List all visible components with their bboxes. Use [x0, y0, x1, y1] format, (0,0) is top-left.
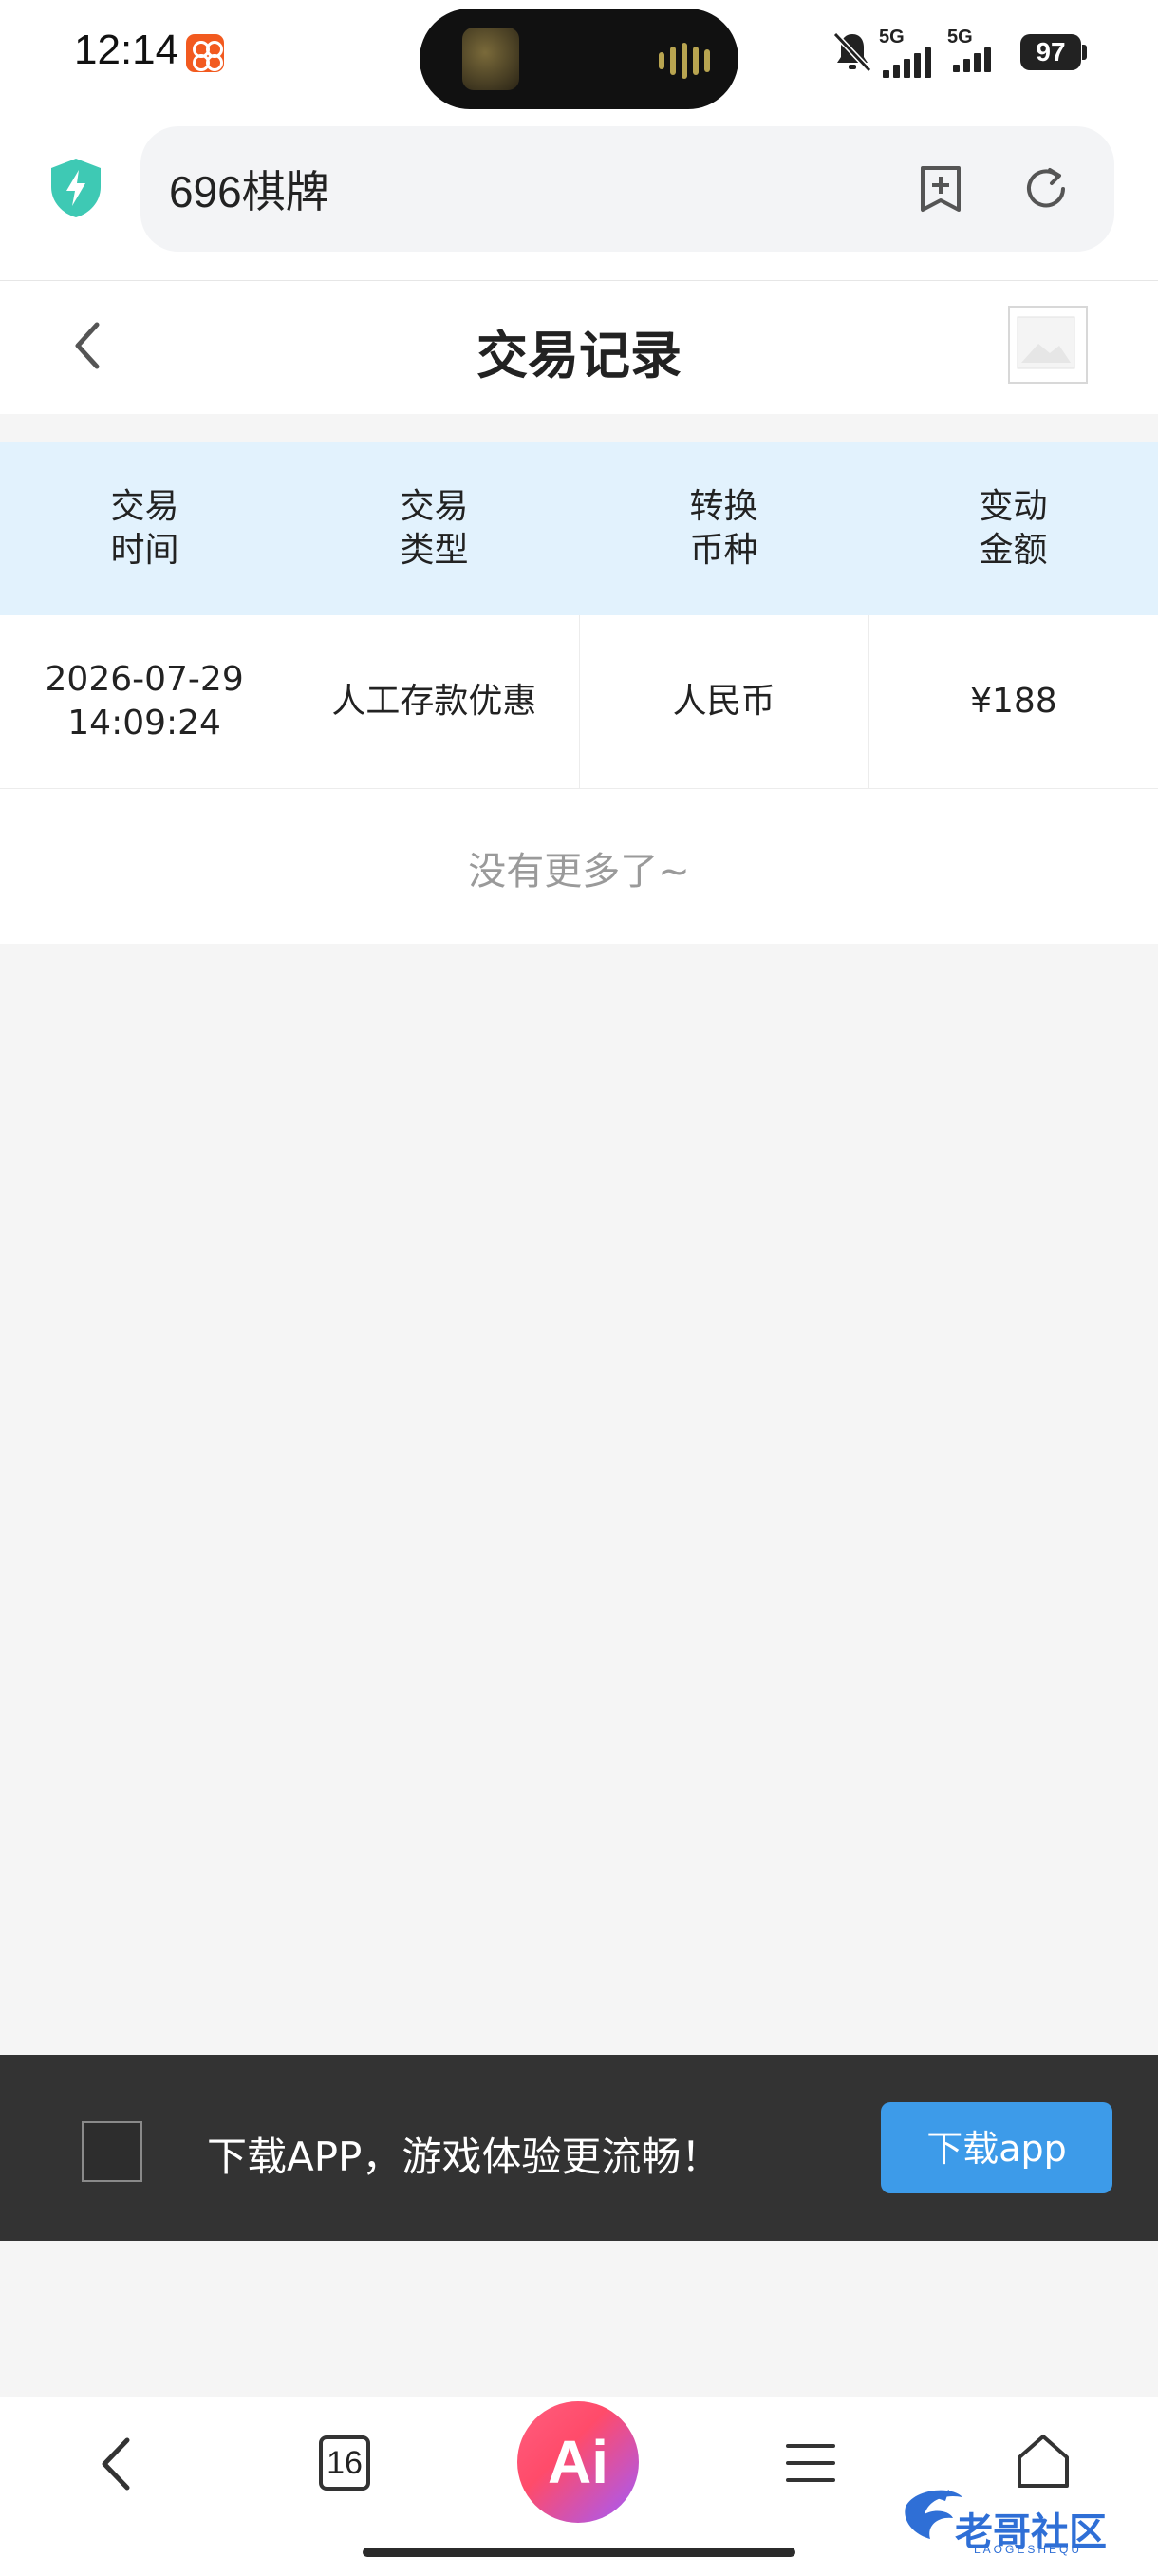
cell-amount-text: ¥188 — [970, 682, 1057, 721]
download-app-button[interactable]: 下载app — [881, 2102, 1112, 2193]
media-thumbnail — [462, 28, 519, 90]
notification-app-icon — [186, 34, 224, 72]
image-placeholder-icon — [1008, 306, 1088, 384]
signal-strength-icon — [953, 47, 991, 72]
address-bar-text[interactable]: 696棋牌 — [169, 158, 329, 220]
header-text: 交易 — [110, 487, 179, 526]
header-text: 转换 — [689, 487, 758, 526]
download-banner-text: 下载APP，游戏体验更流畅！ — [207, 2134, 721, 2180]
battery-indicator: 97 — [1020, 34, 1081, 70]
header-text: 时间 — [110, 531, 179, 570]
home-indicator[interactable] — [363, 2548, 795, 2557]
banner-close-checkbox[interactable] — [82, 2121, 142, 2182]
nav-back-icon[interactable] — [93, 2433, 140, 2495]
network-type-label: 5G — [947, 27, 973, 47]
watermark-subtext: LAOGESHEQU — [974, 2543, 1083, 2556]
network-type-label: 5G — [879, 27, 905, 47]
table-row[interactable]: 2026-07-29 14:09:24 人工存款优惠 人民币 ¥188 — [0, 615, 1158, 789]
column-header-time: 交易 时间 — [0, 442, 290, 615]
cell-time-text: 14:09:24 — [67, 704, 221, 743]
audio-visualizer-icon — [659, 43, 710, 79]
cell-date-text: 2026-07-29 — [45, 660, 244, 699]
watermark-logo: 老哥社区 LAOGESHEQU — [896, 2469, 1143, 2564]
shield-bolt-icon[interactable] — [47, 157, 104, 219]
table-header-row: 交易 时间 交易 类型 转换 币种 变动 金额 — [0, 442, 1158, 615]
status-time: 12:14 — [74, 27, 179, 73]
column-header-currency: 转换 币种 — [579, 442, 868, 615]
cell-currency-text: 人民币 — [672, 682, 775, 721]
column-header-amount: 变动 金额 — [868, 442, 1158, 615]
bookmark-add-icon[interactable] — [917, 164, 964, 214]
no-more-text: 没有更多了~ — [468, 850, 690, 893]
cell-amount: ¥188 — [869, 615, 1158, 788]
header-text: 金额 — [979, 531, 1048, 570]
menu-icon[interactable] — [784, 2438, 837, 2488]
ai-assistant-button[interactable]: Ai — [517, 2401, 639, 2523]
header-text: 类型 — [400, 531, 469, 570]
cell-currency: 人民币 — [580, 615, 869, 788]
battery-tip — [1082, 45, 1087, 60]
mute-bell-icon — [832, 31, 872, 73]
header-text: 交易 — [400, 487, 469, 526]
cell-time: 2026-07-29 14:09:24 — [0, 615, 290, 788]
reload-icon[interactable] — [1021, 164, 1071, 214]
cell-type: 人工存款优惠 — [290, 615, 580, 788]
tabs-count-button[interactable]: 16 — [319, 2435, 370, 2491]
dynamic-island[interactable] — [420, 9, 738, 109]
column-header-type: 交易 类型 — [290, 442, 579, 615]
cell-type-text: 人工存款优惠 — [331, 682, 537, 721]
page-title: 交易记录 — [476, 326, 682, 385]
signal-strength-icon — [883, 47, 931, 78]
header-text: 变动 — [979, 487, 1048, 526]
header-text: 币种 — [689, 531, 758, 570]
